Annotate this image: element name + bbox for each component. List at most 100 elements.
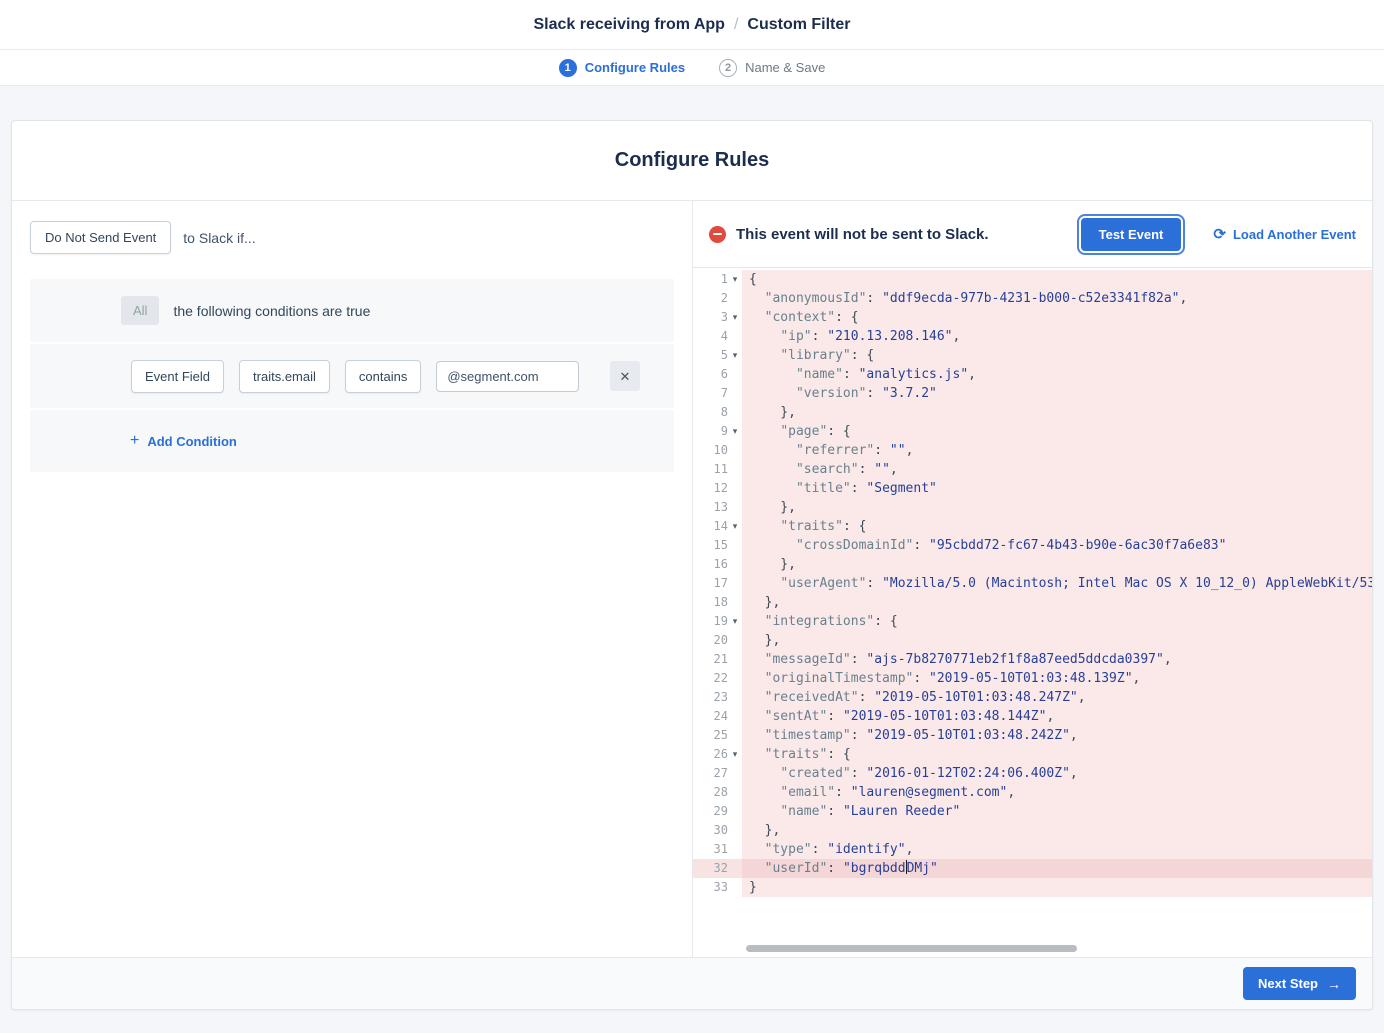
code-line[interactable]: 16 }, [693, 555, 1372, 574]
code-line[interactable]: 4 "ip": "210.13.208.146", [693, 327, 1372, 346]
code-line[interactable]: 29 "name": "Lauren Reeder" [693, 802, 1372, 821]
remove-condition-button[interactable]: ✕ [610, 361, 640, 391]
code-line-text[interactable]: "traits": { [742, 745, 1372, 764]
code-line[interactable]: 6 "name": "analytics.js", [693, 365, 1372, 384]
code-line-text[interactable]: }, [742, 498, 1372, 517]
code-line[interactable]: 5▾ "library": { [693, 346, 1372, 365]
condition-field-button[interactable]: traits.email [239, 360, 330, 393]
add-condition-label: Add Condition [147, 434, 237, 449]
code-line-text[interactable]: "search": "", [742, 460, 1372, 479]
code-line[interactable]: 10 "referrer": "", [693, 441, 1372, 460]
code-line[interactable]: 11 "search": "", [693, 460, 1372, 479]
code-line-text[interactable]: "name": "Lauren Reeder" [742, 802, 1372, 821]
load-another-event-link[interactable]: ⟳ Load Another Event [1213, 227, 1356, 242]
action-selector-button[interactable]: Do Not Send Event [30, 221, 171, 254]
fold-arrow-icon[interactable]: ▾ [728, 422, 742, 441]
line-number: 13 [693, 498, 728, 517]
code-line-text[interactable]: }, [742, 403, 1372, 422]
line-number: 12 [693, 479, 728, 498]
step-configure-rules[interactable]: 1 Configure Rules [559, 59, 685, 77]
code-line-text[interactable]: "receivedAt": "2019-05-10T01:03:48.247Z"… [742, 688, 1372, 707]
code-line-text[interactable]: "sentAt": "2019-05-10T01:03:48.144Z", [742, 707, 1372, 726]
json-editor-lines: 1▾{2 "anonymousId": "ddf9ecda-977b-4231-… [693, 268, 1372, 897]
json-editor[interactable]: 1▾{2 "anonymousId": "ddf9ecda-977b-4231-… [693, 268, 1372, 957]
code-line[interactable]: 22 "originalTimestamp": "2019-05-10T01:0… [693, 669, 1372, 688]
fold-arrow-icon[interactable]: ▾ [728, 308, 742, 327]
code-line-text[interactable]: "name": "analytics.js", [742, 365, 1372, 384]
code-line-text[interactable]: "userAgent": "Mozilla/5.0 (Macintosh; In… [742, 574, 1372, 593]
step-2-label: Name & Save [745, 60, 825, 75]
code-line[interactable]: 8 }, [693, 403, 1372, 422]
code-line[interactable]: 18 }, [693, 593, 1372, 612]
code-line-text[interactable]: "type": "identify", [742, 840, 1372, 859]
next-step-button[interactable]: Next Step → [1243, 967, 1356, 1000]
code-line[interactable]: 27 "created": "2016-01-12T02:24:06.400Z"… [693, 764, 1372, 783]
code-line[interactable]: 24 "sentAt": "2019-05-10T01:03:48.144Z", [693, 707, 1372, 726]
code-line-text[interactable]: "title": "Segment" [742, 479, 1372, 498]
fold-arrow-icon[interactable]: ▾ [728, 517, 742, 536]
code-line-text[interactable]: "crossDomainId": "95cbdd72-fc67-4b43-b90… [742, 536, 1372, 555]
condition-field-type-button[interactable]: Event Field [131, 360, 224, 393]
code-line-text[interactable]: "email": "lauren@segment.com", [742, 783, 1372, 802]
code-line[interactable]: 12 "title": "Segment" [693, 479, 1372, 498]
code-line[interactable]: 20 }, [693, 631, 1372, 650]
fold-arrow-icon[interactable]: ▾ [728, 745, 742, 764]
code-line[interactable]: 19▾ "integrations": { [693, 612, 1372, 631]
code-line[interactable]: 3▾ "context": { [693, 308, 1372, 327]
code-line-text[interactable]: "timestamp": "2019-05-10T01:03:48.242Z", [742, 726, 1372, 745]
code-line-text[interactable]: "messageId": "ajs-7b8270771eb2f1f8a87eed… [742, 650, 1372, 669]
code-line[interactable]: 25 "timestamp": "2019-05-10T01:03:48.242… [693, 726, 1372, 745]
code-line[interactable]: 2 "anonymousId": "ddf9ecda-977b-4231-b00… [693, 289, 1372, 308]
code-line[interactable]: 28 "email": "lauren@segment.com", [693, 783, 1372, 802]
code-line[interactable]: 32 "userId": "bgrqbddDMj" [693, 859, 1372, 878]
add-condition-link[interactable]: + Add Condition [130, 433, 237, 449]
code-line[interactable]: 17 "userAgent": "Mozilla/5.0 (Macintosh;… [693, 574, 1372, 593]
code-line-text[interactable]: }, [742, 555, 1372, 574]
code-line-text[interactable]: "version": "3.7.2" [742, 384, 1372, 403]
condition-value-input[interactable] [436, 361, 579, 392]
code-line[interactable]: 15 "crossDomainId": "95cbdd72-fc67-4b43-… [693, 536, 1372, 555]
code-line-text[interactable]: }, [742, 593, 1372, 612]
line-number: 23 [693, 688, 728, 707]
code-line[interactable]: 14▾ "traits": { [693, 517, 1372, 536]
code-line[interactable]: 1▾{ [693, 270, 1372, 289]
test-event-button[interactable]: Test Event [1081, 218, 1182, 251]
code-line[interactable]: 31 "type": "identify", [693, 840, 1372, 859]
code-line-text[interactable]: "userId": "bgrqbddDMj" [742, 859, 1372, 878]
operator-all-chip[interactable]: All [121, 296, 159, 325]
code-line-text[interactable]: "page": { [742, 422, 1372, 441]
code-line[interactable]: 9▾ "page": { [693, 422, 1372, 441]
code-line-text[interactable]: "traits": { [742, 517, 1372, 536]
line-number-gutter: 33 [693, 878, 742, 897]
code-line-text[interactable]: } [742, 878, 1372, 897]
code-line-text[interactable]: "integrations": { [742, 612, 1372, 631]
code-line[interactable]: 21 "messageId": "ajs-7b8270771eb2f1f8a87… [693, 650, 1372, 669]
code-line[interactable]: 33} [693, 878, 1372, 897]
code-line-text[interactable]: "referrer": "", [742, 441, 1372, 460]
code-line[interactable]: 13 }, [693, 498, 1372, 517]
line-number: 9 [693, 422, 728, 441]
fold-arrow-icon[interactable]: ▾ [728, 346, 742, 365]
code-line[interactable]: 23 "receivedAt": "2019-05-10T01:03:48.24… [693, 688, 1372, 707]
code-line-text[interactable]: "context": { [742, 308, 1372, 327]
fold-arrow-icon[interactable]: ▾ [728, 270, 742, 289]
horizontal-scrollbar-thumb[interactable] [746, 945, 1077, 952]
code-line-text[interactable]: "originalTimestamp": "2019-05-10T01:03:4… [742, 669, 1372, 688]
code-line-text[interactable]: "library": { [742, 346, 1372, 365]
line-number-gutter: 1▾ [693, 270, 742, 289]
code-line-text[interactable]: "anonymousId": "ddf9ecda-977b-4231-b000-… [742, 289, 1372, 308]
line-number-gutter: 29 [693, 802, 742, 821]
code-line-text[interactable]: { [742, 270, 1372, 289]
step-name-save[interactable]: 2 Name & Save [719, 59, 825, 77]
breadcrumb-source[interactable]: Slack receiving from App [533, 16, 724, 34]
code-line-text[interactable]: "created": "2016-01-12T02:24:06.400Z", [742, 764, 1372, 783]
fold-arrow-icon[interactable]: ▾ [728, 612, 742, 631]
code-line[interactable]: 26▾ "traits": { [693, 745, 1372, 764]
code-line-text[interactable]: "ip": "210.13.208.146", [742, 327, 1372, 346]
condition-operator-button[interactable]: contains [345, 360, 421, 393]
code-line[interactable]: 30 }, [693, 821, 1372, 840]
operator-description: the following conditions are true [173, 303, 370, 319]
code-line-text[interactable]: }, [742, 821, 1372, 840]
code-line-text[interactable]: }, [742, 631, 1372, 650]
code-line[interactable]: 7 "version": "3.7.2" [693, 384, 1372, 403]
